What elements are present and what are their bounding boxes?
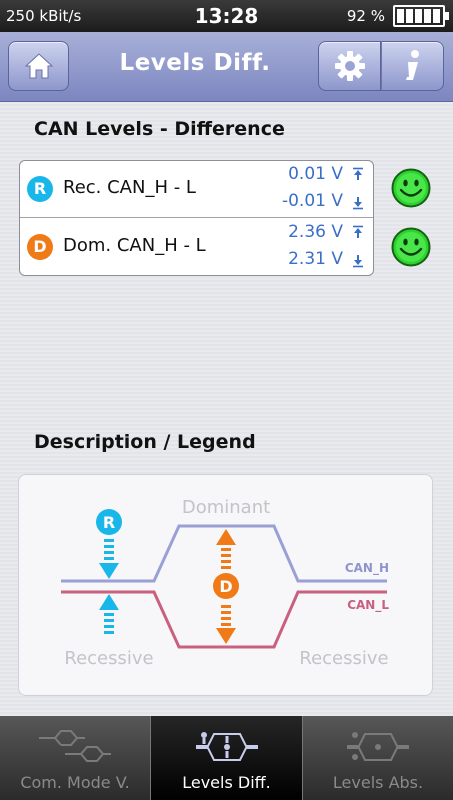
page-title: Levels Diff. [119, 50, 271, 76]
common-mode-icon [39, 730, 111, 762]
battery-cell [424, 9, 431, 23]
gear-icon [334, 51, 365, 81]
tab-levels-diff[interactable]: Levels Diff. [150, 716, 303, 800]
can-l-label: CAN_L [347, 598, 389, 613]
recessive-left-text: Recessive [64, 648, 153, 669]
dominant-text: Dominant [182, 497, 270, 518]
max-arrow-icon [353, 167, 363, 180]
recessive-right-text: Recessive [299, 648, 388, 669]
max-arrow-icon [353, 225, 363, 238]
recessive-min-value: -0.01 V [281, 191, 343, 211]
battery-percent: 92 % [346, 7, 385, 25]
home-button[interactable] [8, 41, 69, 91]
settings-button[interactable] [318, 41, 381, 91]
levels-diff-icon [195, 732, 258, 761]
levels-table: R Rec. CAN_H - L 0.01 V -0.01 V D Dom. C… [19, 160, 374, 276]
tab-com-mode-v[interactable]: Com. Mode V. [0, 716, 150, 800]
battery-cell [397, 9, 404, 23]
tab-label: Levels Diff. [182, 773, 271, 792]
info-icon [405, 50, 419, 80]
legend-title: Description / Legend [34, 431, 256, 453]
levels-abs-icon [347, 732, 409, 761]
min-arrow-icon [353, 197, 363, 210]
legend-diagram: Dominant Recessive Recessive CAN_H CAN_L… [18, 474, 433, 696]
recessive-marker-letter: R [103, 513, 115, 532]
home-icon [24, 53, 53, 79]
dominant-max-value: 2.36 V [288, 222, 343, 242]
min-arrow-icon [353, 255, 363, 268]
tab-levels-abs[interactable]: Levels Abs. [303, 716, 453, 800]
battery-icon [393, 5, 449, 27]
tab-label: Com. Mode V. [20, 773, 130, 792]
smiley-ok-icon [391, 168, 431, 208]
status-bar: 250 kBit/s 13:28 92 % [0, 0, 453, 32]
clock: 13:28 [194, 4, 259, 28]
recessive-row: R Rec. CAN_H - L 0.01 V -0.01 V [20, 161, 373, 218]
recessive-max-value: 0.01 V [288, 164, 343, 184]
battery-cell [406, 9, 413, 23]
dominant-marker-letter: D [219, 577, 232, 596]
recessive-label: Rec. CAN_H - L [63, 177, 196, 198]
smiley-ok-icon [391, 227, 431, 267]
battery-cell [433, 9, 440, 23]
levels-title: CAN Levels - Difference [34, 118, 285, 140]
recessive-arrows [99, 539, 119, 634]
can-h-label: CAN_H [345, 561, 389, 576]
recessive-badge: R [27, 176, 53, 202]
info-button[interactable] [381, 41, 444, 91]
tab-bar: Com. Mode V. Levels Diff. Levels Abs. [0, 716, 453, 800]
tab-label: Levels Abs. [332, 773, 424, 792]
dominant-badge: D [27, 234, 53, 260]
dominant-row: D Dom. CAN_H - L 2.36 V 2.31 V [20, 219, 373, 276]
dominant-label: Dom. CAN_H - L [63, 235, 206, 256]
header-bar: Levels Diff. [0, 32, 453, 102]
dominant-min-value: 2.31 V [288, 249, 343, 269]
battery-cell [415, 9, 422, 23]
